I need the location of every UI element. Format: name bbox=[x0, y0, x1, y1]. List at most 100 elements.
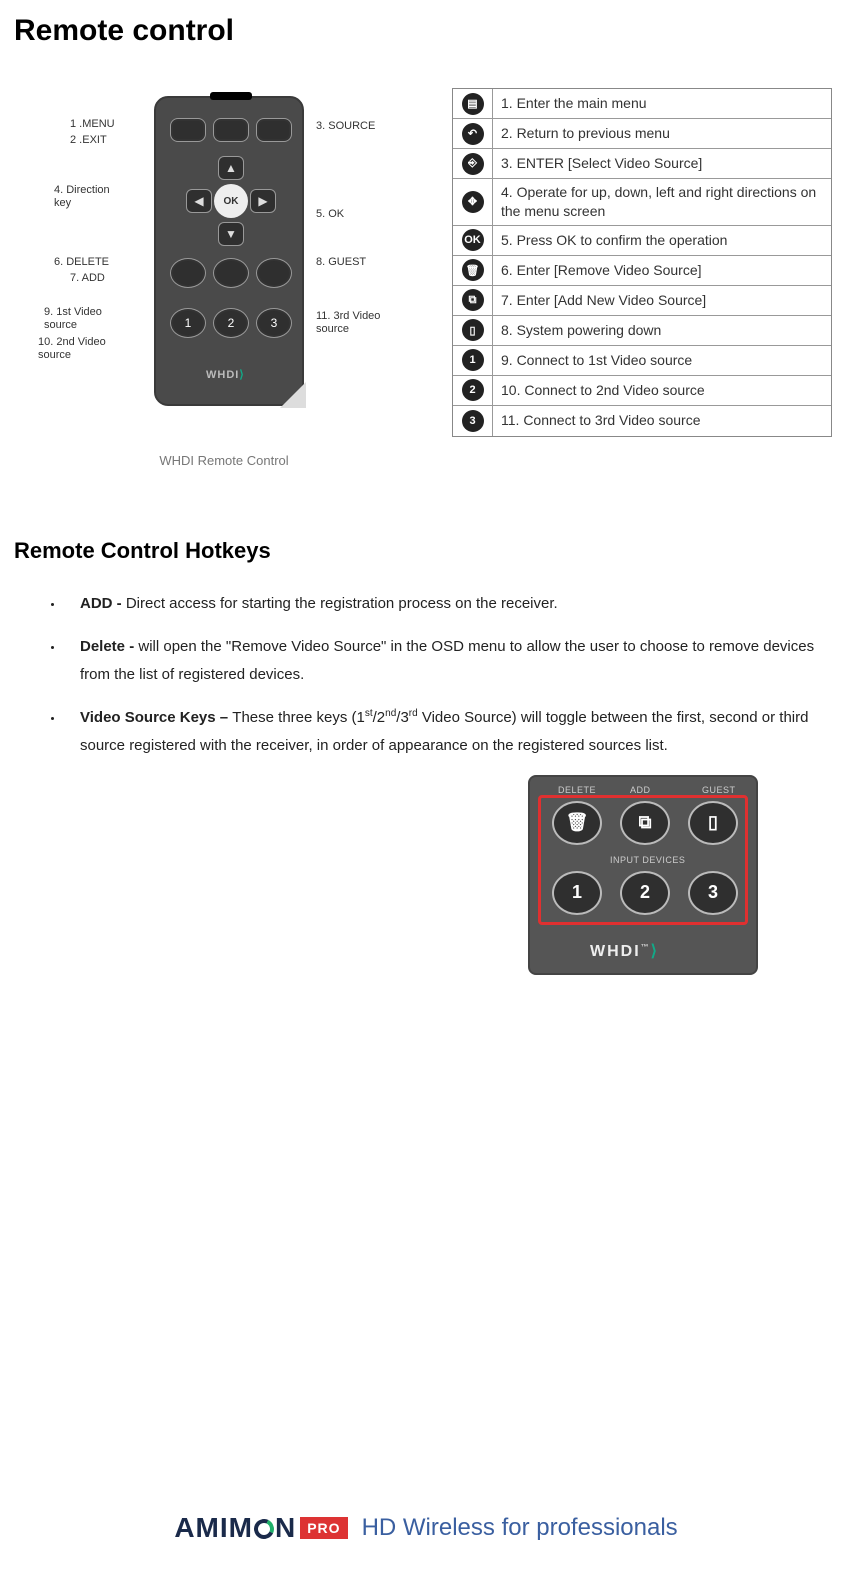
callout-menu: 1 .MENU bbox=[70, 118, 115, 131]
fn-text: 2. Return to previous menu bbox=[493, 120, 831, 147]
fn-icon: 3 bbox=[462, 410, 484, 432]
fn-row: 🗑 6. Enter [Remove Video Source] bbox=[453, 256, 831, 286]
hotkey-add-text: Direct access for starting the registrat… bbox=[126, 595, 558, 612]
hotkey-vsk-text-a: These three keys (1 bbox=[232, 709, 365, 726]
fn-icon: ▯ bbox=[462, 319, 484, 341]
fn-row: 3 11. Connect to 3rd Video source bbox=[453, 406, 831, 436]
hotkey-delete-text: will open the "Remove Video Source" in t… bbox=[80, 638, 814, 684]
fn-text: 3. ENTER [Select Video Source] bbox=[493, 150, 831, 177]
diagram-section: ▲ ▼ ◀ ▶ OK 1 2 3 WHDI⟩ 1 .MENU 2 .EXIT 4… bbox=[14, 88, 838, 468]
fn-icon: 2 bbox=[462, 379, 484, 401]
callout-vs1: 9. 1st Video source bbox=[44, 306, 124, 332]
fn-icon-cell: ▤ bbox=[453, 89, 493, 118]
callout-ok: 5. OK bbox=[316, 208, 344, 221]
callout-guest: 8. GUEST bbox=[316, 256, 366, 269]
closeup-label-delete: DELETE bbox=[558, 785, 596, 795]
ok-button: OK bbox=[214, 184, 248, 218]
sup-2nd: nd bbox=[385, 708, 396, 719]
fn-icon: ▤ bbox=[462, 93, 484, 115]
brand-text-1: AMIM bbox=[174, 1512, 253, 1544]
arrow-left-icon: ◀ bbox=[186, 189, 212, 213]
brand-o-icon bbox=[253, 1512, 275, 1544]
fn-icon-cell: 3 bbox=[453, 406, 493, 436]
sup-1st: st bbox=[365, 708, 373, 719]
hotkey-vsk-text-b: /2 bbox=[373, 709, 386, 726]
callout-vs3: 11. 3rd Video source bbox=[316, 310, 396, 336]
closeup-highlight-box bbox=[538, 795, 748, 925]
fn-icon: 🗑 bbox=[462, 259, 484, 281]
fn-row: ▤ 1. Enter the main menu bbox=[453, 89, 831, 119]
callout-direction: 4. Direction key bbox=[54, 184, 124, 210]
remote-corner-icon bbox=[280, 382, 306, 408]
callout-source: 3. SOURCE bbox=[316, 120, 375, 133]
brand-text-2: N bbox=[275, 1512, 296, 1544]
function-table: ▤ 1. Enter the main menu ↶ 2. Return to pre… bbox=[452, 88, 832, 437]
fn-row: ⎆ 3. ENTER [Select Video Source] bbox=[453, 149, 831, 179]
remote-body: ▲ ▼ ◀ ▶ OK 1 2 3 WHDI⟩ bbox=[154, 96, 304, 406]
fn-icon-cell: ✥ bbox=[453, 179, 493, 225]
page-title: Remote control bbox=[14, 14, 838, 48]
fn-text: 6. Enter [Remove Video Source] bbox=[493, 257, 831, 284]
closeup-label-add: ADD bbox=[630, 785, 651, 795]
fn-text: 9. Connect to 1st Video source bbox=[493, 347, 831, 374]
callout-exit: 2 .EXIT bbox=[70, 134, 107, 147]
fn-icon-cell: ▯ bbox=[453, 316, 493, 345]
fn-text: 1. Enter the main menu bbox=[493, 90, 831, 117]
remote-logo: WHDI⟩ bbox=[206, 368, 245, 381]
remote-caption: WHDI Remote Control bbox=[14, 453, 434, 468]
fn-text: 7. Enter [Add New Video Source] bbox=[493, 287, 831, 314]
brand-logo: AMIM N PRO bbox=[174, 1512, 347, 1544]
fn-icon: ⎆ bbox=[462, 153, 484, 175]
callout-vs2: 10. 2nd Video source bbox=[38, 336, 118, 362]
pro-badge: PRO bbox=[300, 1517, 347, 1539]
arrow-right-icon: ▶ bbox=[250, 189, 276, 213]
sup-3rd: rd bbox=[409, 708, 418, 719]
guest-button bbox=[256, 258, 292, 288]
fn-text: 8. System powering down bbox=[493, 317, 831, 344]
fn-icon: ✥ bbox=[462, 191, 484, 213]
hotkey-delete: Delete - will open the "Remove Video Sou… bbox=[64, 633, 838, 690]
delete-button bbox=[170, 258, 206, 288]
fn-icon: 1 bbox=[462, 349, 484, 371]
hotkey-add-label: ADD - bbox=[80, 595, 126, 612]
hotkeys-heading: Remote Control Hotkeys bbox=[14, 538, 838, 564]
hotkey-vsk: Video Source Keys – These three keys (1s… bbox=[64, 704, 838, 761]
fn-row: OK5. Press OK to confirm the operation bbox=[453, 226, 831, 256]
fn-icon-cell: OK bbox=[453, 226, 493, 255]
fn-row: ✥ 4. Operate for up, down, left and right… bbox=[453, 179, 831, 226]
fn-icon: OK bbox=[462, 229, 484, 251]
closeup-remote: DELETE ADD GUEST 🗑 ⧉ ▯ INPUT DEVICES 1 2… bbox=[528, 775, 758, 975]
closeup-label-guest: GUEST bbox=[702, 785, 736, 795]
fn-row: ▯ 8. System powering down bbox=[453, 316, 831, 346]
arrow-up-icon: ▲ bbox=[218, 156, 244, 180]
source-button bbox=[256, 118, 292, 142]
footer-tagline: HD Wireless for professionals bbox=[362, 1514, 678, 1542]
page-footer: AMIM N PRO HD Wireless for professionals bbox=[0, 1512, 852, 1544]
closeup-logo: WHDI™⟩ bbox=[590, 941, 659, 961]
fn-icon: ↶ bbox=[462, 123, 484, 145]
hotkey-add: ADD - Direct access for starting the reg… bbox=[64, 590, 838, 619]
fn-icon-cell: ⎆ bbox=[453, 149, 493, 178]
fn-icon-cell: 🗑 bbox=[453, 256, 493, 285]
hotkey-delete-label: Delete - bbox=[80, 638, 138, 655]
source-2-button: 2 bbox=[213, 308, 249, 338]
fn-text: 11. Connect to 3rd Video source bbox=[493, 407, 831, 434]
fn-row: 1 9. Connect to 1st Video source bbox=[453, 346, 831, 376]
remote-diagram: ▲ ▼ ◀ ▶ OK 1 2 3 WHDI⟩ 1 .MENU 2 .EXIT 4… bbox=[14, 88, 434, 468]
fn-icon-cell: ↶ bbox=[453, 119, 493, 148]
source-1-button: 1 bbox=[170, 308, 206, 338]
fn-text: 4. Operate for up, down, left and right … bbox=[493, 179, 831, 225]
closeup-section: DELETE ADD GUEST 🗑 ⧉ ▯ INPUT DEVICES 1 2… bbox=[14, 775, 838, 975]
menu-button bbox=[170, 118, 206, 142]
hotkey-vsk-text-c: /3 bbox=[396, 709, 409, 726]
add-button bbox=[213, 258, 249, 288]
callout-delete: 6. DELETE bbox=[54, 256, 109, 269]
ir-window-icon bbox=[210, 92, 252, 100]
fn-row: ↶ 2. Return to previous menu bbox=[453, 119, 831, 149]
direction-pad: ▲ ▼ ◀ ▶ OK bbox=[186, 156, 276, 246]
source-3-button: 3 bbox=[256, 308, 292, 338]
fn-icon-cell: 2 bbox=[453, 376, 493, 405]
fn-row: ⧉7. Enter [Add New Video Source] bbox=[453, 286, 831, 316]
fn-icon-cell: ⧉ bbox=[453, 286, 493, 315]
fn-row: 210. Connect to 2nd Video source bbox=[453, 376, 831, 406]
